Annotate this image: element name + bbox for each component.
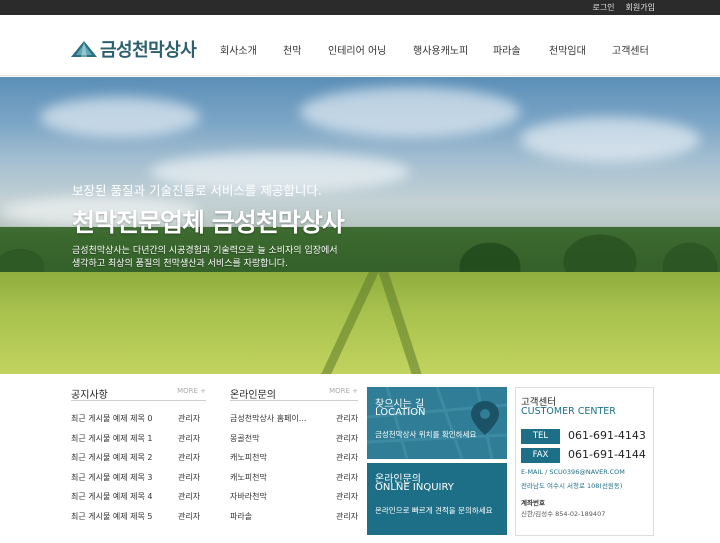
logo-text: 금성천막상사 — [100, 40, 197, 61]
post-title[interactable]: 파라솔 — [230, 511, 252, 522]
post-title[interactable]: 자바라천막 — [230, 491, 267, 502]
tel-label: TEL — [521, 429, 560, 444]
top-utility-bar: 로그인 회원가입 — [0, 0, 720, 15]
notice-more-link[interactable]: MORE + — [177, 387, 206, 395]
site-header: 금성천막상사 회사소개 천막 인테리어 어닝 행사용캐노피 파라솔 천막임대 고… — [0, 15, 720, 76]
list-item[interactable]: 파라솔 관리자 — [230, 505, 358, 525]
location-desc: 금성천막상사 위치를 확인하세요 — [375, 430, 477, 439]
post-author: 관리자 — [178, 472, 201, 482]
cloud — [300, 87, 520, 137]
list-item[interactable]: 자바라천막 관리자 — [230, 485, 358, 505]
list-item[interactable]: 몽골천막 관리자 — [230, 427, 358, 447]
list-item[interactable]: 캐노피천막 관리자 — [230, 446, 358, 466]
post-title[interactable]: 금성천막상사 홈페이... — [230, 413, 306, 424]
inquiry-board-title: 온라인문의 — [230, 390, 276, 401]
rice-field — [0, 272, 720, 374]
list-item[interactable]: 금성천막상사 홈페이... 관리자 — [230, 407, 358, 427]
post-title[interactable]: 몽골천막 — [230, 433, 259, 444]
list-item[interactable]: 최근 게시물 예제 제목 1 관리자 — [71, 427, 206, 447]
inquiry-board: 온라인문의 MORE + 금성천막상사 홈페이... 관리자 몽골천막 관리자 캐노… — [230, 383, 358, 524]
nav-item-customer-center[interactable]: 고객센터 — [612, 42, 649, 57]
logo[interactable]: 금성천막상사 — [71, 36, 197, 62]
post-author: 관리자 — [336, 433, 359, 443]
post-author: 관리자 — [178, 433, 201, 443]
customer-center-title-en: CUSTOMER CENTER — [521, 406, 616, 417]
post-author: 관리자 — [178, 453, 201, 462]
post-title[interactable]: 최근 게시물 예제 제목 1 — [71, 433, 153, 444]
fax-number: 061-691-4144 — [568, 448, 646, 461]
cloud — [520, 117, 700, 162]
list-item[interactable]: 최근 게시물 예제 제목 4 관리자 — [71, 485, 206, 505]
post-title[interactable]: 최근 게시물 예제 제목 4 — [71, 491, 153, 502]
post-author: 관리자 — [336, 511, 359, 521]
post-title[interactable]: 최근 게시물 예제 제목 5 — [71, 511, 153, 522]
nav-item-interior-awning[interactable]: 인테리어 어닝 — [328, 42, 386, 57]
post-author: 관리자 — [336, 453, 359, 462]
post-author: 관리자 — [336, 414, 359, 423]
cloud — [40, 97, 200, 137]
login-link[interactable]: 로그인 — [592, 2, 614, 13]
post-author: 관리자 — [336, 472, 359, 482]
list-item[interactable]: 최근 게시물 예제 제목 3 관리자 — [71, 466, 206, 486]
notice-board-title: 공지사항 — [71, 390, 108, 401]
hero-description: 금성천막상사는 다년간의 시공경험과 기술력으로 늘 소비자의 입장에서 생각하… — [72, 245, 338, 270]
post-author: 관리자 — [178, 511, 201, 521]
list-item[interactable]: 최근 게시물 예제 제목 0 관리자 — [71, 407, 206, 427]
location-title-en: LOCATION — [375, 407, 426, 418]
location-box[interactable]: 찾으시는 길 LOCATION 금성천막상사 위치를 확인하세요 — [367, 387, 507, 459]
tel-number[interactable]: 061-691-4143 — [568, 429, 646, 442]
hero-banner: 보장된 품질과 기술진들로 서비스를 제공합니다. 천막전문업체 금성천막상사 … — [0, 77, 720, 374]
account-number: 신한/김성수 854-02-189407 — [521, 510, 606, 518]
post-author: 관리자 — [178, 414, 201, 423]
hero-title: 천막전문업체 금성천막상사 — [72, 208, 345, 237]
notice-board: 공지사항 MORE + 최근 게시물 예제 제목 0 관리자 최근 게시물 예제 … — [71, 383, 206, 524]
hero-description-line: 금성천막상사는 다년간의 시공경험과 기술력으로 늘 소비자의 입장에서 — [72, 246, 338, 256]
online-inquiry-desc: 온라인으로 빠르게 견적을 문의하세요 — [375, 506, 493, 515]
signup-link[interactable]: 회원가입 — [626, 2, 655, 13]
post-title[interactable]: 최근 게시물 예제 제목 2 — [71, 452, 153, 463]
nav-item-parasol[interactable]: 파라솔 — [493, 42, 521, 57]
customer-center-box: 고객센터 CUSTOMER CENTER TEL 061-691-4143 FA… — [515, 387, 654, 536]
hero-subtitle: 보장된 품질과 기술진들로 서비스를 제공합니다. — [72, 183, 322, 198]
online-inquiry-title-en: ONLNE INQUIRY — [375, 482, 454, 493]
list-item[interactable]: 최근 게시물 예제 제목 5 관리자 — [71, 505, 206, 525]
post-title[interactable]: 최근 게시물 예제 제목 0 — [71, 413, 153, 424]
hero-description-line: 생각하고 최상의 품질의 천막생산과 서비스를 자랑합니다. — [72, 258, 288, 269]
address: 전라남도 여수시 서청로 108(선원동) — [521, 482, 623, 490]
list-item[interactable]: 최근 게시물 예제 제목 2 관리자 — [71, 446, 206, 466]
post-title[interactable]: 캐노피천막 — [230, 452, 267, 463]
post-title[interactable]: 캐노피천막 — [230, 472, 267, 483]
post-author: 관리자 — [178, 492, 201, 501]
tent-logo-icon — [71, 41, 97, 57]
post-author: 관리자 — [336, 492, 359, 501]
inquiry-more-link[interactable]: MORE + — [329, 387, 358, 395]
online-inquiry-box[interactable]: 온라인문의 ONLNE INQUIRY 온라인으로 빠르게 견적을 문의하세요 — [367, 463, 507, 535]
fax-label: FAX — [521, 448, 560, 463]
post-title[interactable]: 최근 게시물 예제 제목 3 — [71, 472, 153, 483]
account-label: 계좌번호 — [521, 499, 545, 507]
nav-item-event-canopy[interactable]: 행사용캐노피 — [413, 42, 468, 57]
map-pin-icon — [471, 401, 499, 435]
nav-item-tent-rental[interactable]: 천막임대 — [549, 42, 586, 57]
email[interactable]: E-MAIL / SCU0396@NAVER.COM — [521, 468, 625, 476]
list-item[interactable]: 캐노피천막 관리자 — [230, 466, 358, 486]
nav-item-company[interactable]: 회사소개 — [220, 42, 257, 57]
nav-item-tent[interactable]: 천막 — [283, 42, 301, 57]
